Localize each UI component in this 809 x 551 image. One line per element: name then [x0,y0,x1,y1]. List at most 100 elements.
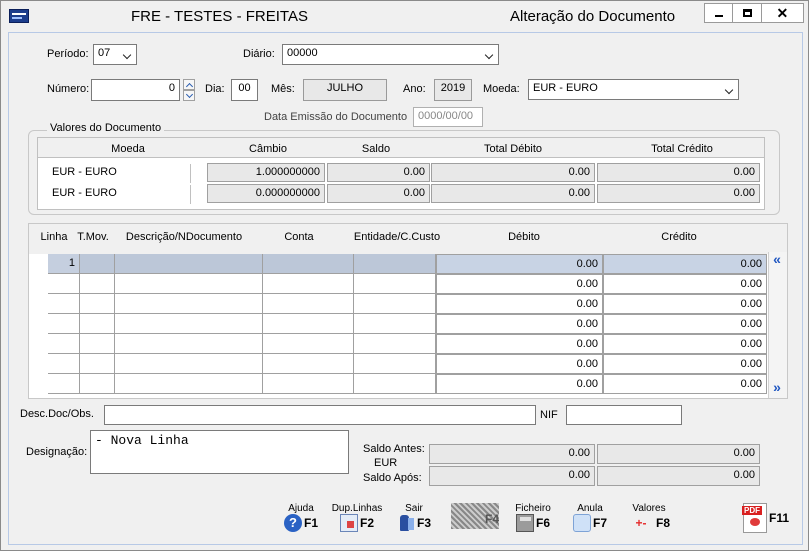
saldo-apos-credito: 0.00 [597,466,760,486]
col-conta: Conta [284,231,314,243]
help-f1-button[interactable]: Ajuda ? F1 [279,503,323,532]
file-f6-button[interactable]: Ficheiro F6 [509,503,557,532]
numero-increment-button[interactable] [183,79,195,90]
dia-label: Dia: [205,83,225,95]
valores-row-1-credito: 0.00 [597,163,760,182]
valores-row-2-saldo: 0.00 [327,184,430,203]
lines-grid-scrollbar[interactable] [768,252,787,398]
saldo-apos-label: Saldo Após: [363,472,422,484]
moeda-select[interactable]: EUR - EURO [528,79,739,100]
grid-row-5-conta[interactable] [263,334,354,354]
col-tmov: T.Mov. [77,231,109,243]
pdf-f11-key: F11 [768,511,789,525]
values-f8-button[interactable]: Valores +- F8 [621,503,677,532]
file-f6-label: Ficheiro [515,503,551,514]
periodo-select[interactable]: 07 [93,44,137,65]
grid-row-5-entidade[interactable] [354,334,436,354]
grid-row-6-linha[interactable] [48,354,80,374]
valores-row-1-moeda: EUR - EURO [48,164,191,183]
valores-row-2-moeda: EUR - EURO [48,185,191,204]
grid-row-3-entidade[interactable] [354,294,436,314]
grid-row-6-tmov[interactable] [80,354,115,374]
file-f6-key: F6 [535,516,550,530]
grid-row-4-debito[interactable]: 0.00 [436,314,603,334]
grid-row-4-entidade[interactable] [354,314,436,334]
grid-row-1-credito[interactable]: 0.00 [603,254,767,274]
grid-row-7-conta[interactable] [263,374,354,394]
grid-row-2-descricao[interactable] [115,274,263,294]
grid-row-3-descricao[interactable] [115,294,263,314]
grid-row-5-tmov[interactable] [80,334,115,354]
valores-row-2-debito: 0.00 [431,184,595,203]
grid-row-5-linha[interactable] [48,334,80,354]
grid-row-3-conta[interactable] [263,294,354,314]
valores-row-1-cambio: 1.000000000 [207,163,325,182]
grid-row-1-tmov[interactable] [80,254,115,274]
grid-row-3-linha[interactable] [48,294,80,314]
nif-input[interactable] [566,405,682,425]
grid-row-7-entidade[interactable] [354,374,436,394]
grid-row-4-tmov[interactable] [80,314,115,334]
grid-row-7-credito[interactable]: 0.00 [603,374,767,394]
grid-row-7-debito[interactable]: 0.00 [436,374,603,394]
maximize-button[interactable] [733,4,762,22]
grid-row-4-linha[interactable] [48,314,80,334]
grid-row-7-descricao[interactable] [115,374,263,394]
grid-row-2-debito[interactable]: 0.00 [436,274,603,294]
data-emissao-label: Data Emissão do Documento [264,111,408,123]
grid-row-6-credito[interactable]: 0.00 [603,354,767,374]
values-f8-key: F8 [655,516,670,530]
dup-lines-f2-button[interactable]: Dup.Linhas F2 [331,503,383,532]
diario-label: Diário: [243,48,275,60]
grid-row-3-tmov[interactable] [80,294,115,314]
grid-row-2-conta[interactable] [263,274,354,294]
saldo-antes-label: Saldo Antes: [363,443,425,455]
saldo-currency-label: EUR [374,457,398,469]
grid-row-4-conta[interactable] [263,314,354,334]
close-button[interactable]: ✕ [762,4,803,22]
grid-row-1-descricao[interactable] [115,254,263,274]
print-f4-button[interactable]: F4 [449,503,501,529]
exit-f3-button[interactable]: Sair F3 [390,503,438,532]
grid-row-1-entidade[interactable] [354,254,436,274]
grid-row-2-linha[interactable] [48,274,80,294]
minimize-button[interactable] [705,4,734,22]
designacao-label: Designação: [26,446,88,458]
grid-row-5-debito[interactable]: 0.00 [436,334,603,354]
grid-row-7-linha[interactable] [48,374,80,394]
grid-row-3-debito[interactable]: 0.00 [436,294,603,314]
designacao-textarea[interactable]: - Nova Linha [90,430,349,474]
nif-label: NIF [540,409,558,421]
grid-row-7-tmov[interactable] [80,374,115,394]
mes-value: JULHO [303,79,387,101]
scroll-up-button[interactable]: « [769,252,785,268]
desc-doc-input[interactable] [104,405,536,425]
numero-decrement-button[interactable] [183,90,195,101]
grid-row-5-credito[interactable]: 0.00 [603,334,767,354]
grid-row-1-conta[interactable] [263,254,354,274]
grid-row-1-linha[interactable]: 1 [48,254,80,274]
diario-select[interactable]: 00000 [282,44,499,65]
grid-row-6-debito[interactable]: 0.00 [436,354,603,374]
grid-row-1-debito[interactable]: 0.00 [436,254,603,274]
valores-group-label: Valores do Documento [47,122,165,134]
grid-row-2-tmov[interactable] [80,274,115,294]
numero-input[interactable]: 0 [91,79,180,101]
grid-row-4-credito[interactable]: 0.00 [603,314,767,334]
pdf-f11-button[interactable]: F11 [738,503,794,533]
grid-row-4-descricao[interactable] [115,314,263,334]
grid-row-2-credito[interactable]: 0.00 [603,274,767,294]
grid-row-5-descricao[interactable] [115,334,263,354]
valores-row-1-debito: 0.00 [431,163,595,182]
data-emissao-input[interactable]: 0000/00/00 [413,107,483,127]
dia-input[interactable]: 00 [231,79,258,101]
grid-row-6-entidade[interactable] [354,354,436,374]
grid-row-2-entidade[interactable] [354,274,436,294]
window-title: Alteração do Documento [510,8,676,25]
scroll-down-button[interactable]: » [769,380,785,396]
grid-row-6-descricao[interactable] [115,354,263,374]
grid-row-6-conta[interactable] [263,354,354,374]
lines-grid: Linha T.Mov. Descrição/NDocumento Conta … [28,223,788,399]
grid-row-3-credito[interactable]: 0.00 [603,294,767,314]
annul-f7-button[interactable]: Anula F7 [567,503,613,532]
